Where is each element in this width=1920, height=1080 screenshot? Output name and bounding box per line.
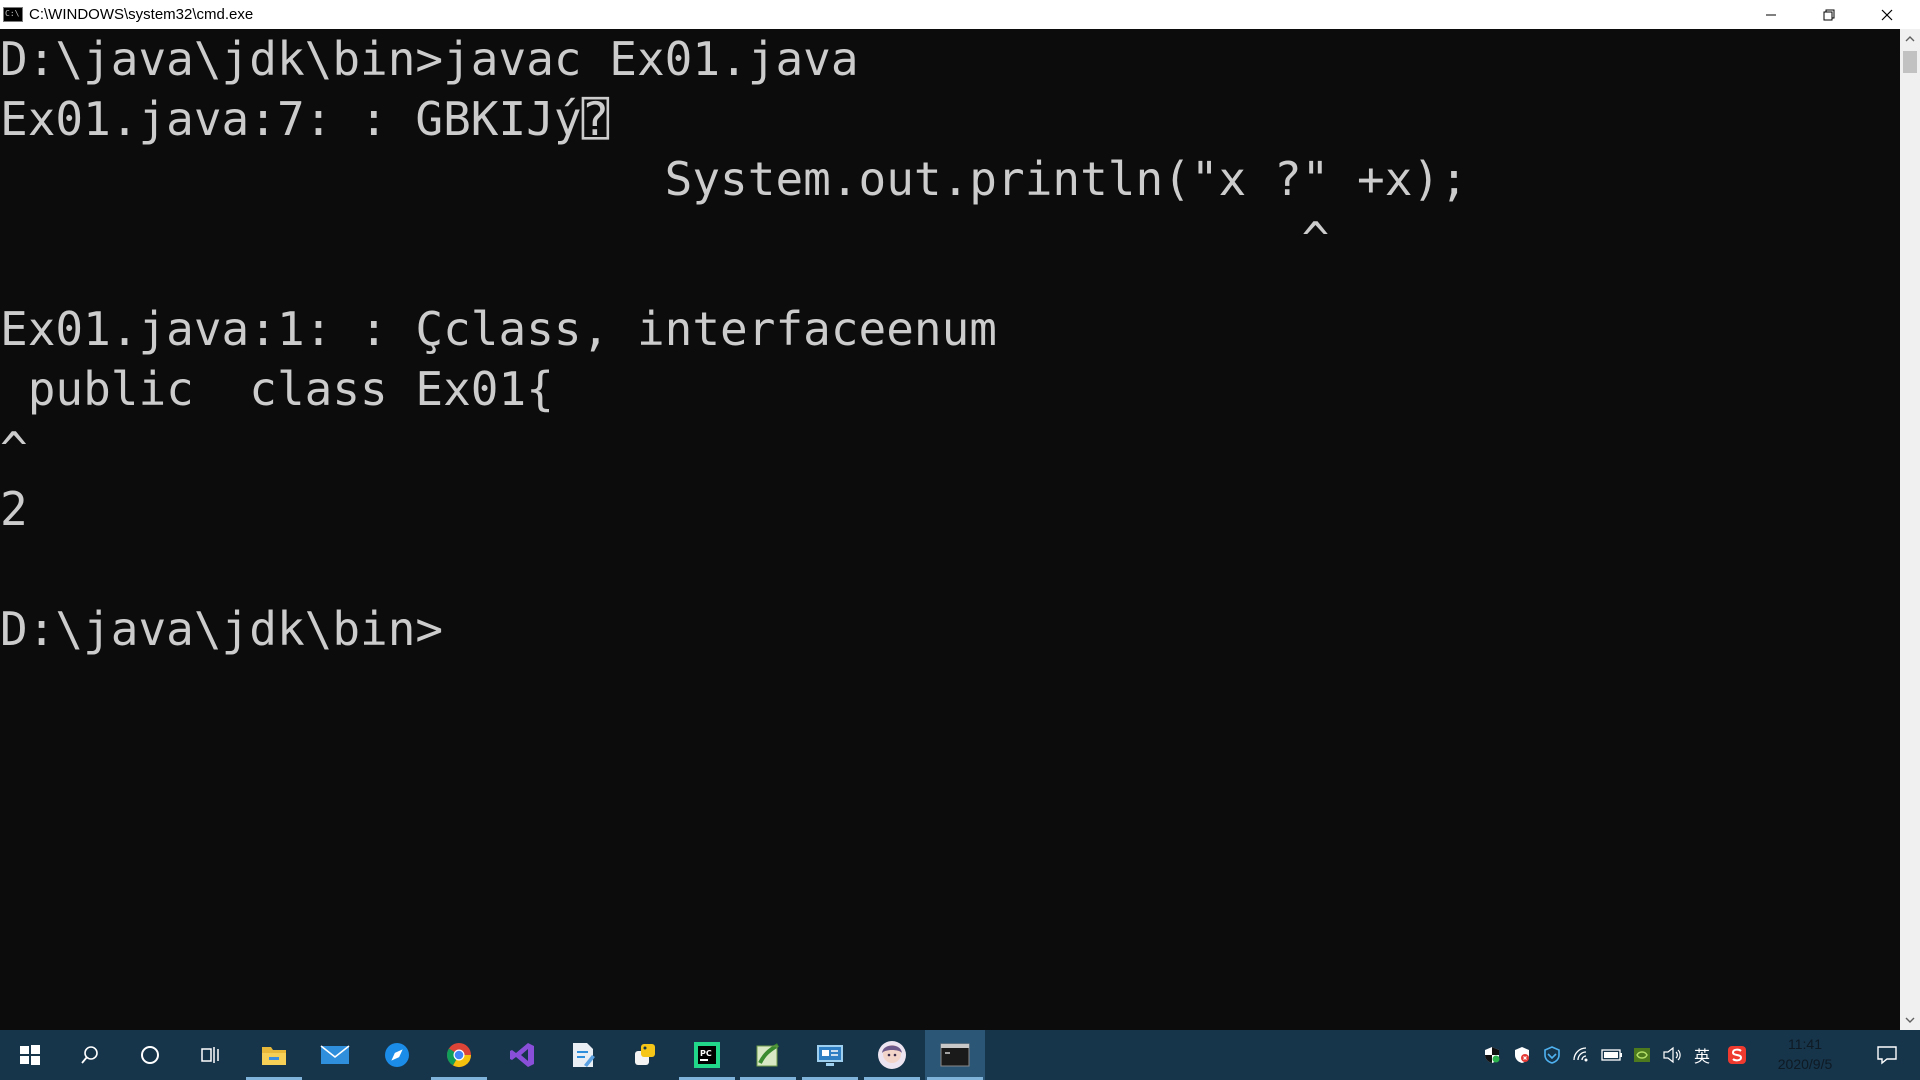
vertical-scrollbar[interactable] [1900,29,1920,1030]
ime-label: 英 [1693,1047,1710,1066]
browser-button[interactable] [367,1030,427,1080]
file-explorer-icon [262,1047,286,1065]
close-button[interactable] [1858,0,1916,29]
security-shield-icon [1485,1047,1500,1063]
cmd-icon [940,1043,970,1067]
nvidia-icon [1634,1048,1650,1062]
remote-desktop-button[interactable] [800,1030,860,1080]
document-editor-icon [573,1043,595,1067]
visual-studio-button[interactable] [492,1030,552,1080]
action-center-button[interactable] [1862,1030,1912,1080]
vpn-button[interactable] [1540,1030,1564,1080]
start-icon [20,1045,40,1065]
console-line: 2 [0,482,28,536]
wifi-icon [1573,1047,1588,1062]
wifi-button[interactable] [1570,1030,1594,1080]
minimize-icon [1766,14,1776,15]
mail-icon [320,1045,350,1064]
sogou-button[interactable] [1725,1030,1749,1080]
cmd-app-icon[interactable]: C:\ [3,7,23,22]
scroll-down-button[interactable] [1900,1010,1920,1030]
pycharm-button[interactable]: PC [677,1030,737,1080]
battery-button[interactable] [1600,1030,1624,1080]
cortana-button[interactable] [120,1030,180,1080]
cortana-icon [141,1046,159,1064]
window-title: C:\WINDOWS\system32\cmd.exe [29,6,254,23]
volume-button[interactable] [1660,1030,1684,1080]
cmd-taskbar-button[interactable] [925,1030,985,1080]
visual-studio-icon [510,1043,534,1067]
console-line: System.out.println("x ?" +x); [0,152,1468,206]
task-view-button[interactable] [180,1030,240,1080]
volume-icon [1663,1046,1681,1064]
svg-text:PC: PC [700,1049,712,1058]
cmd-window: C:\ C:\WINDOWS\system32\cmd.exe D:\java\… [0,0,1920,1030]
antivirus-button[interactable] [1510,1030,1534,1080]
minimize-button[interactable] [1742,0,1800,29]
search-icon [81,1046,98,1064]
taskbar: PC 英 11:41 2020/9/5 [0,1030,1920,1080]
console-line: ^ [0,422,28,476]
close-icon [1881,9,1893,20]
mail-button[interactable] [305,1030,365,1080]
console-line: ^ [0,212,1330,266]
ime-indicator[interactable]: 英 [1690,1030,1714,1080]
restore-icon [1823,9,1835,20]
console-prompt[interactable]: D:\java\jdk\bin> [0,599,443,659]
console-line: Ex01.java:1: : Çclass, interfaceenum [0,302,997,356]
chrome-icon [447,1043,471,1068]
avatar-app-button[interactable] [862,1030,922,1080]
remote-desktop-icon [817,1045,843,1066]
clock-time: 11:41 [1788,1036,1822,1052]
vpn-icon [1544,1046,1560,1064]
chevron-up-icon [1905,36,1915,42]
avatar-app-icon [878,1041,906,1069]
task-view-icon [201,1047,219,1063]
document-editor-button[interactable] [553,1030,613,1080]
restore-button[interactable] [1800,0,1858,29]
antivirus-icon [1515,1047,1529,1063]
console-output[interactable]: D:\java\jdk\bin>javac Ex01.java Ex01.jav… [0,29,1900,1030]
console-line: public class Ex01{ [0,362,554,416]
file-explorer-button[interactable] [244,1030,304,1080]
clock[interactable]: 11:41 2020/9/5 [1760,1034,1850,1076]
title-bar[interactable]: C:\ C:\WINDOWS\system32\cmd.exe [0,0,1920,29]
browser-icon [385,1043,409,1067]
nvidia-button[interactable] [1630,1030,1654,1080]
start-button[interactable] [0,1030,60,1080]
sogou-icon [1728,1046,1746,1064]
battery-icon [1601,1049,1622,1061]
notepad-plus-icon [756,1043,780,1067]
pycharm-icon: PC [694,1042,720,1068]
action-center-icon [1877,1046,1897,1065]
python-button[interactable] [615,1030,675,1080]
security-shield-button[interactable] [1480,1030,1504,1080]
search-button[interactable] [60,1030,120,1080]
console-line: D:\java\jdk\bin>javac Ex01.java [0,32,859,86]
chrome-button[interactable] [429,1030,489,1080]
console-line: Ex01.java:7: : GBKIJý⍰ [0,92,610,146]
scroll-thumb[interactable] [1903,51,1917,73]
chevron-down-icon [1905,1017,1915,1023]
clock-date: 2020/9/5 [1777,1056,1833,1072]
scroll-up-button[interactable] [1900,29,1920,49]
python-icon [635,1044,655,1065]
notepad-plus-button[interactable] [738,1030,798,1080]
